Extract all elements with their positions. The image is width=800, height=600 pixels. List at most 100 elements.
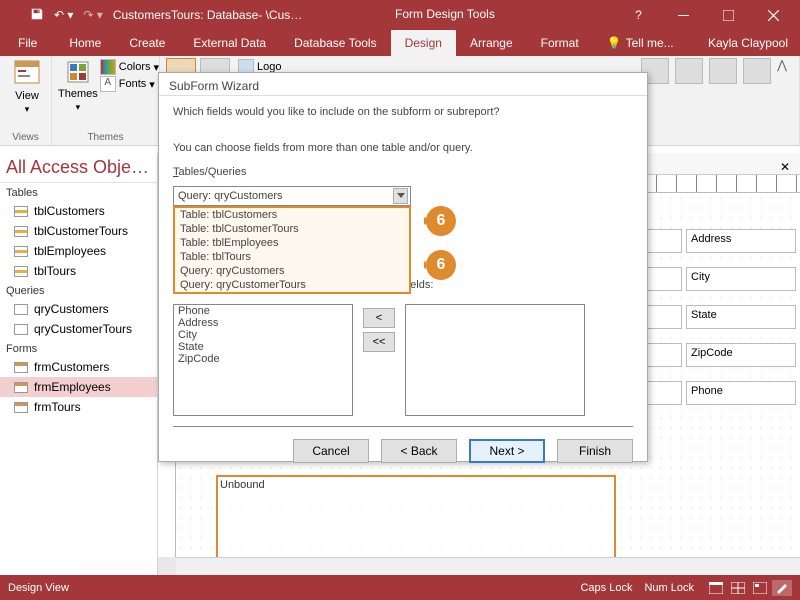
tables-queries-dropdown: Table: tblCustomers Table: tblCustomerTo… [173,206,411,294]
nav-item-frmtours[interactable]: frmTours [0,397,157,417]
wizard-title: SubForm Wizard [159,73,647,96]
nav-item-tblcustomers[interactable]: tblCustomers [0,201,157,221]
nav-item-tblemployees[interactable]: tblEmployees [0,241,157,261]
close-document-icon[interactable]: ✕ [776,158,794,176]
nav-queries-label: Queries [0,281,157,299]
datasheet-view-icon[interactable] [728,580,748,596]
ribbon-collapse-icon[interactable]: ⋀ [777,58,787,72]
tell-me-search[interactable]: 💡 Tell me... [593,30,688,56]
subform-placeholder[interactable] [216,475,616,557]
query-icon [14,304,28,315]
move-all-left-button[interactable]: << [363,332,395,352]
nav-item-tbltours[interactable]: tblTours [0,261,157,281]
nav-tables-label: Tables [0,183,157,201]
menu-format[interactable]: Format [527,30,593,56]
available-fields-listbox[interactable]: Phone Address City State ZipCode [173,304,353,416]
wizard-hint: You can choose fields from more than one… [173,142,633,154]
list-item[interactable]: City [174,329,352,341]
dropdown-item[interactable]: Table: tblEmployees [175,236,409,250]
menu-external-data[interactable]: External Data [179,30,280,56]
design-view-icon[interactable] [772,580,792,596]
maximize-button[interactable] [706,0,751,30]
tables-queries-combo[interactable]: Query: qryCustomers [173,186,411,206]
nav-header[interactable]: All Access Obje… [0,153,157,183]
finish-button[interactable]: Finish [557,439,633,463]
status-bar: Design View Caps Lock Num Lock [0,575,800,600]
redo-icon[interactable]: ↷ ▾ [83,8,102,22]
status-num: Num Lock [644,582,694,594]
views-group-label: Views [6,132,45,143]
menu-home[interactable]: Home [55,30,115,56]
save-icon[interactable] [30,7,44,24]
field-state[interactable]: State [686,305,796,329]
nav-item-qrycustomers[interactable]: qryCustomers [0,299,157,319]
subform-wizard-dialog: SubForm Wizard Which fields would you li… [158,72,648,462]
unbound-label: Unbound [220,479,265,491]
chevron-down-icon: ▾ [25,104,30,115]
table-icon [14,266,28,277]
ribbon-button-3[interactable] [709,58,737,84]
back-button[interactable]: < Back [381,439,457,463]
dropdown-item[interactable]: Table: tblCustomerTours [175,222,409,236]
menu-database-tools[interactable]: Database Tools [280,30,391,56]
table-icon [14,206,28,217]
form-icon [14,382,28,393]
themes-button[interactable]: Themes▾ [58,58,98,113]
table-icon [14,246,28,257]
field-zip[interactable]: ZipCode [686,343,796,367]
query-icon [14,324,28,335]
form-view-icon[interactable] [706,580,726,596]
dropdown-item[interactable]: Query: qryCustomers [175,264,409,278]
context-tab-title: Form Design Tools [395,7,495,21]
horizontal-scrollbar[interactable] [176,557,800,575]
nav-item-tblcustomertours[interactable]: tblCustomerTours [0,221,157,241]
themes-group-label: Themes [58,132,153,143]
nav-forms-label: Forms [0,339,157,357]
list-item[interactable]: State [174,341,352,353]
chevron-down-icon[interactable] [393,188,408,204]
nav-item-frmcustomers[interactable]: frmCustomers [0,357,157,377]
bulb-icon: 💡 [607,36,622,50]
next-button[interactable]: Next > [469,439,545,463]
form-icon [14,402,28,413]
view-button[interactable]: View▾ [6,58,48,115]
status-caps: Caps Lock [580,582,632,594]
nav-item-qrycustomertours[interactable]: qryCustomerTours [0,319,157,339]
menu-design[interactable]: Design [391,30,456,56]
field-phone[interactable]: Phone [686,381,796,405]
field-city[interactable]: City [686,267,796,291]
list-item[interactable]: Address [174,317,352,329]
menu-bar: File Home Create External Data Database … [0,30,800,56]
user-name[interactable]: Kayla Claypool [708,30,800,56]
tables-queries-label: Tables/Queries [173,166,633,178]
title-bar: ↶ ▾ ↷ ▾ CustomersTours: Database- \Cus… … [0,0,800,30]
app-title: CustomersTours: Database- \Cus… [113,8,302,22]
field-address[interactable]: Address [686,229,796,253]
table-icon [14,226,28,237]
list-item[interactable]: ZipCode [174,353,352,365]
combo-value: Query: qryCustomers [178,190,283,202]
colors-button[interactable]: Colors ▾ [100,59,159,75]
list-item[interactable]: Phone [174,305,352,317]
dropdown-item[interactable]: Table: tblCustomers [175,208,409,222]
move-left-button[interactable]: < [363,308,395,328]
ribbon-button-4[interactable] [743,58,771,84]
undo-icon[interactable]: ↶ ▾ [54,8,73,22]
cancel-button[interactable]: Cancel [293,439,369,463]
layout-view-icon[interactable] [750,580,770,596]
navigation-pane: All Access Obje… Tables tblCustomers tbl… [0,153,158,575]
selected-fields-listbox[interactable] [405,304,585,416]
close-button[interactable] [751,0,796,30]
form-icon [14,362,28,373]
minimize-button[interactable] [661,0,706,30]
fonts-button[interactable]: AFonts ▾ [100,76,159,92]
help-icon[interactable]: ? [616,0,661,30]
dropdown-item[interactable]: Table: tblTours [175,250,409,264]
wizard-question: Which fields would you like to include o… [173,106,633,118]
menu-arrange[interactable]: Arrange [456,30,527,56]
ribbon-button-2[interactable] [675,58,703,84]
dropdown-item[interactable]: Query: qryCustomerTours [175,278,409,292]
menu-file[interactable]: File [0,30,55,56]
menu-create[interactable]: Create [115,30,179,56]
nav-item-frmemployees[interactable]: frmEmployees [0,377,157,397]
